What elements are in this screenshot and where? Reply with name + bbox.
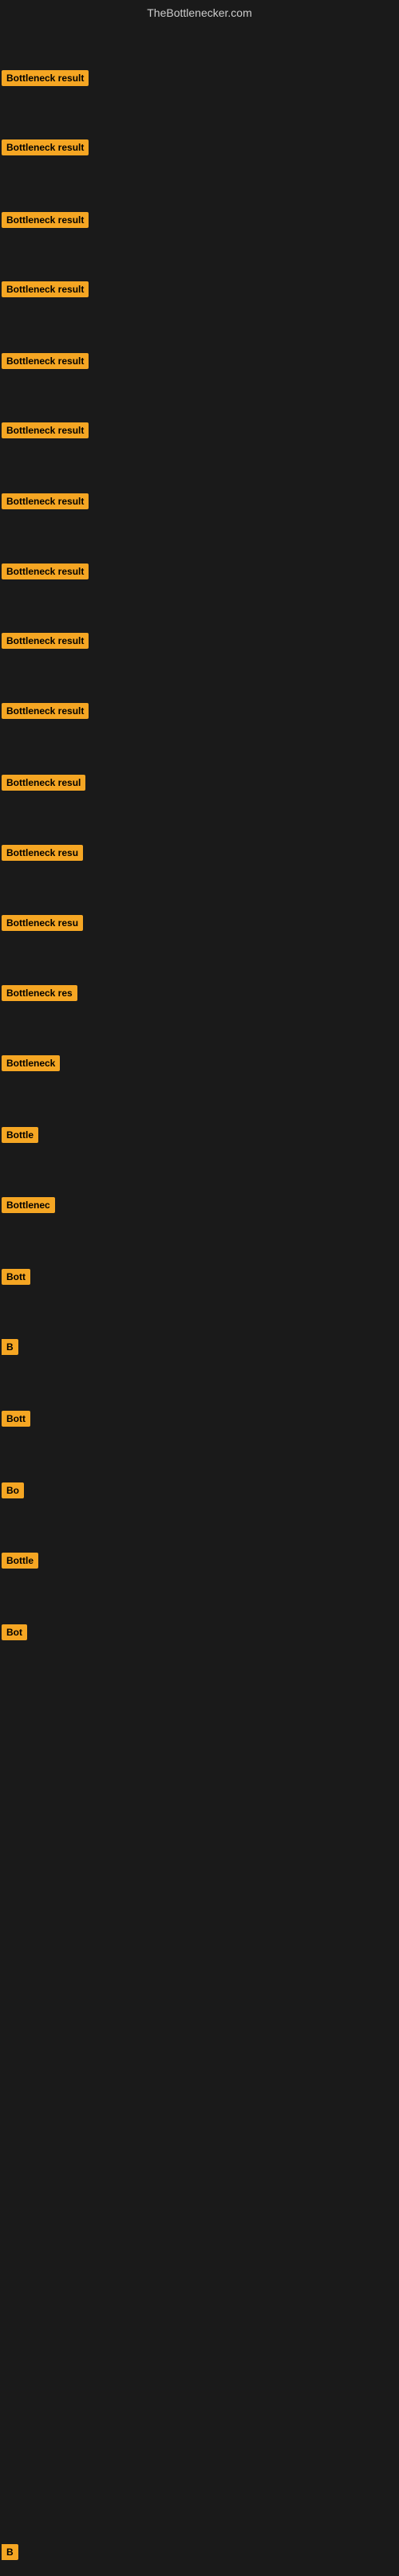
bottleneck-result-badge: Bottleneck result xyxy=(2,564,89,579)
bottleneck-result-badge: B xyxy=(2,1339,18,1355)
bottleneck-result-badge: Bottleneck resu xyxy=(2,915,83,931)
bottleneck-result-badge: Bottleneck result xyxy=(2,493,89,509)
bottleneck-result-badge: Bottleneck result xyxy=(2,703,89,719)
bottleneck-result-badge: Bottleneck res xyxy=(2,985,77,1001)
bottleneck-result-badge: Bottleneck resu xyxy=(2,845,83,861)
bottleneck-result-badge: Bottleneck result xyxy=(2,633,89,649)
site-title: TheBottlenecker.com xyxy=(0,0,399,26)
bottleneck-result-badge: Bottleneck result xyxy=(2,70,89,86)
bottleneck-result-badge: Bott xyxy=(2,1411,30,1427)
bottleneck-result-badge: Bottle xyxy=(2,1127,38,1143)
bottleneck-result-badge: Bo xyxy=(2,1482,24,1498)
bottleneck-result-badge: Bot xyxy=(2,1624,27,1640)
bottleneck-result-badge: Bott xyxy=(2,1269,30,1285)
bottleneck-result-badge: B xyxy=(2,2544,18,2560)
bottleneck-result-badge: Bottleneck result xyxy=(2,139,89,155)
bottleneck-result-badge: Bottlenec xyxy=(2,1197,55,1213)
bottleneck-result-badge: Bottleneck result xyxy=(2,212,89,228)
bottleneck-result-badge: Bottleneck xyxy=(2,1055,60,1071)
bottleneck-result-badge: Bottleneck result xyxy=(2,353,89,369)
bottleneck-result-badge: Bottleneck result xyxy=(2,281,89,297)
bottleneck-result-badge: Bottleneck result xyxy=(2,422,89,438)
bottleneck-result-badge: Bottle xyxy=(2,1553,38,1569)
bottleneck-result-badge: Bottleneck resul xyxy=(2,775,85,791)
